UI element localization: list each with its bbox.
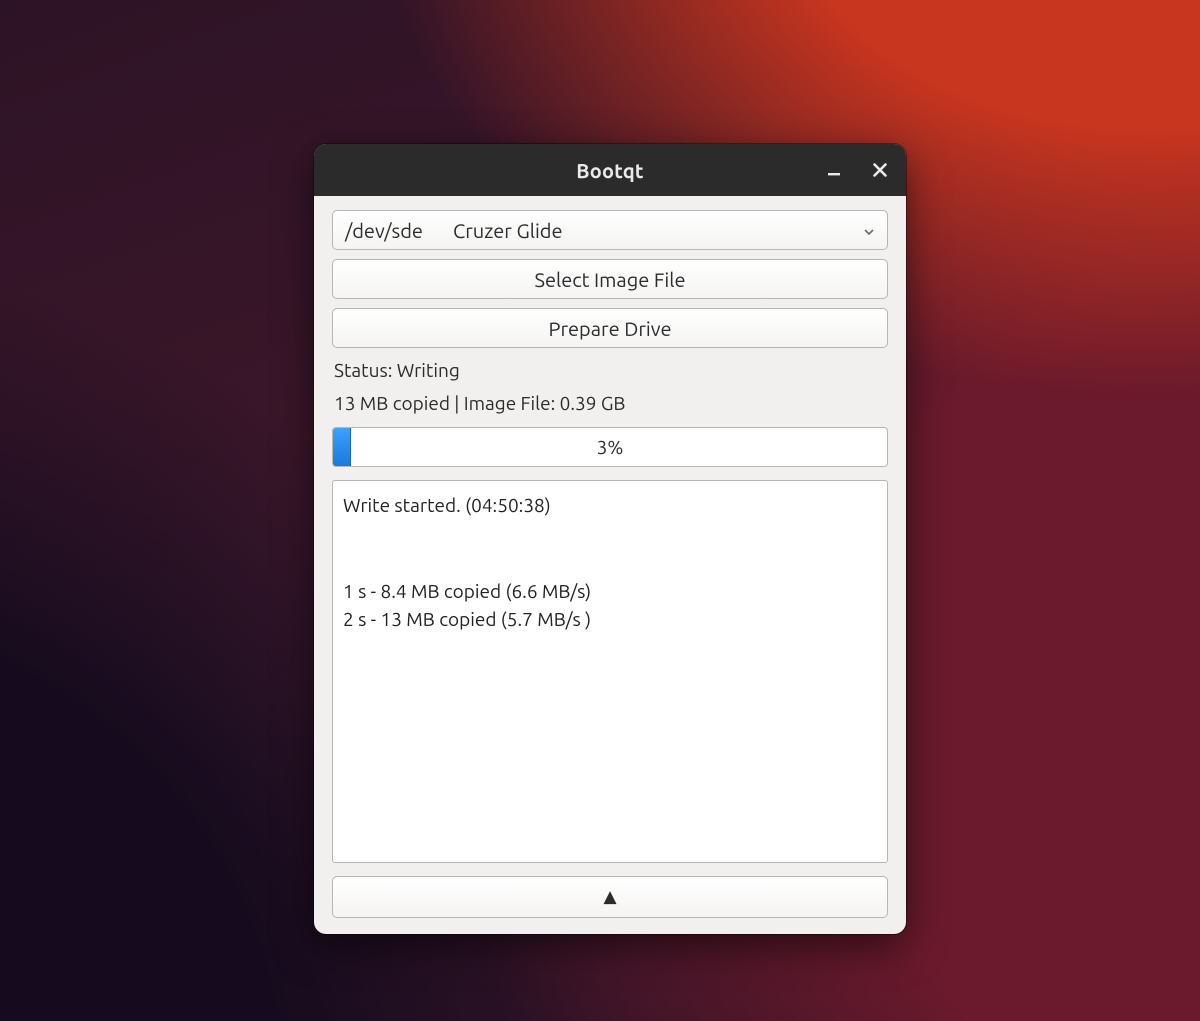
desktop-background: Bootqt /dev/sde Cru bbox=[0, 0, 1200, 1021]
status-text: Status: Writing bbox=[332, 357, 888, 381]
drive-select[interactable]: /dev/sde Cruzer Glide bbox=[332, 210, 888, 250]
log-output[interactable]: Write started. (04:50:38) 1 s - 8.4 MB c… bbox=[332, 480, 888, 863]
triangle-up-icon: ▲ bbox=[603, 887, 616, 907]
close-button[interactable] bbox=[866, 156, 894, 184]
app-window: Bootqt /dev/sde Cru bbox=[314, 144, 906, 934]
select-image-label: Select Image File bbox=[535, 268, 686, 291]
window-content: /dev/sde Cruzer Glide Select Image File … bbox=[314, 196, 906, 934]
drive-select-text: /dev/sde Cruzer Glide bbox=[345, 219, 563, 242]
collapse-log-button[interactable]: ▲ bbox=[332, 876, 888, 918]
prepare-drive-button[interactable]: Prepare Drive bbox=[332, 308, 888, 348]
minimize-button[interactable] bbox=[820, 156, 848, 184]
prepare-drive-label: Prepare Drive bbox=[549, 317, 672, 340]
chevron-down-icon bbox=[863, 219, 875, 242]
drive-device: /dev/sde bbox=[345, 219, 423, 242]
select-image-button[interactable]: Select Image File bbox=[332, 259, 888, 299]
minimize-icon bbox=[826, 162, 842, 178]
progress-info-text: 13 MB copied | Image File: 0.39 GB bbox=[332, 390, 888, 414]
drive-label: Cruzer Glide bbox=[453, 219, 563, 242]
window-title: Bootqt bbox=[576, 159, 643, 182]
close-icon bbox=[872, 162, 888, 178]
progress-percent-label: 3% bbox=[333, 428, 887, 466]
titlebar[interactable]: Bootqt bbox=[314, 144, 906, 196]
window-controls bbox=[820, 144, 894, 196]
progress-bar: 3% bbox=[332, 427, 888, 467]
